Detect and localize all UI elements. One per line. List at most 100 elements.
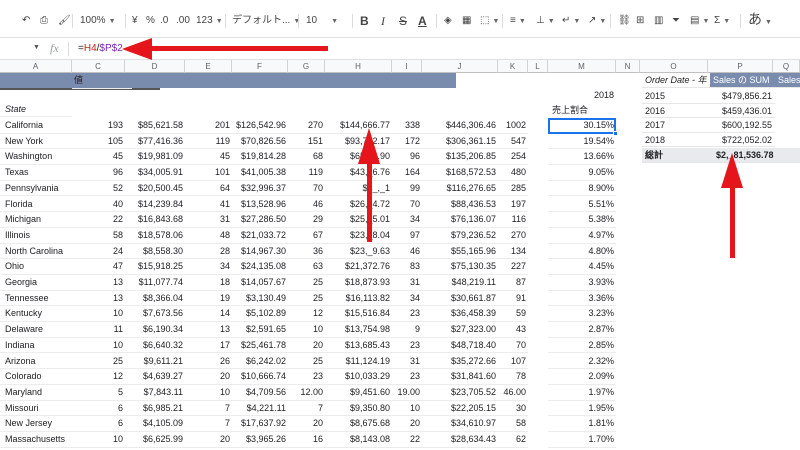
selected-cell[interactable]: 30.15% [548,118,616,134]
table-cell[interactable]: $4,709.56 [232,385,288,401]
table-cell[interactable]: 63 [288,259,325,275]
table-cell[interactable]: 31 [392,275,422,291]
table-cell[interactable]: $15,516.84 [325,306,392,323]
table-cell[interactable]: $8,675.68 [325,416,392,432]
table-cell[interactable]: $4,639.27 [125,369,185,385]
name-box-dropdown-icon[interactable]: ▼ [33,44,40,51]
table-cell[interactable]: 83 [392,259,422,275]
table-cell[interactable]: $7,843.11 [125,385,185,401]
table-row-state[interactable]: Missouri [0,401,72,417]
table-cell[interactable]: $17,637.92 [232,416,288,432]
table-cell[interactable]: $9,350.80 [325,401,392,417]
sales-ratio-cell[interactable]: 3.23% [548,306,616,323]
table-cell[interactable]: 52 [72,181,125,197]
column-header[interactable]: D [125,60,185,73]
zoom-select[interactable]: 100% ▼ [80,14,116,28]
column-header[interactable]: C [72,60,125,73]
table-cell[interactable]: $34,005.91 [125,165,185,181]
table-row-state[interactable]: Georgia [0,275,72,291]
table-row-state[interactable]: Pennsylvania [0,181,72,197]
column-header[interactable]: K [498,60,528,73]
table-cell[interactable]: 45 [72,149,125,166]
sales-ratio-cell[interactable]: 4.80% [548,244,616,260]
table-cell[interactable]: $43,_6.76 [325,165,392,181]
table-cell[interactable]: 10 [72,432,125,448]
table-cell[interactable]: $6,190.34 [125,322,185,338]
table-cell[interactable]: $48,718.40 [422,338,498,354]
table-cell[interactable]: 28 [185,244,232,260]
table-cell[interactable]: 193 [72,118,125,134]
table-cell[interactable]: $4_,_1 [325,181,392,197]
strikethrough-button[interactable]: S [399,14,407,28]
sales-ratio-cell[interactable]: 2.87% [548,322,616,338]
sales-ratio-cell[interactable]: 5.38% [548,212,616,228]
table-row-state[interactable]: Colorado [0,369,72,385]
filter-icon[interactable]: ⏷ [672,14,680,28]
table-cell[interactable]: 338 [392,118,422,134]
table-row-state[interactable]: California [0,118,72,134]
table-cell[interactable]: $5,102.89 [232,306,288,323]
sales-ratio-cell[interactable]: 2.09% [548,369,616,385]
table-cell[interactable]: $18,578.06 [125,228,185,244]
table-cell[interactable]: 31 [392,354,422,370]
table-cell[interactable]: $24,135.08 [232,259,288,275]
table-cell[interactable]: 25 [288,354,325,370]
table-cell[interactable]: 6 [72,401,125,417]
table-cell[interactable]: $20,500.45 [125,181,185,197]
more-formats-select[interactable]: 123 ▼ [196,14,223,28]
table-cell[interactable]: $7,673.56 [125,306,185,323]
table-cell[interactable]: 201 [185,118,232,134]
table-cell[interactable]: 10 [72,338,125,354]
table-cell[interactable]: $14,057.67 [232,275,288,291]
table-cell[interactable]: 34 [392,291,422,307]
table-cell[interactable]: 20 [288,338,325,354]
table-cell[interactable]: $6,640.32 [125,338,185,354]
table-cell[interactable]: $6,985.21 [125,401,185,417]
table-cell[interactable]: $11,124.19 [325,354,392,370]
table-cell[interactable]: 19 [185,291,232,307]
table-row-state[interactable]: North Carolina [0,244,72,260]
table-row-state[interactable]: New York [0,134,72,150]
sales-ratio-cell[interactable]: 2.85% [548,338,616,354]
pivot-row-sales[interactable]: $479,856.21 [710,89,775,104]
pivot-row-year[interactable]: 2018 [642,133,710,147]
sales-ratio-cell[interactable]: 8.90% [548,181,616,197]
table-cell[interactable]: 270 [288,118,325,134]
table-cell[interactable]: 134 [498,244,528,260]
table-cell[interactable]: $23,705.52 [422,385,498,401]
table-row-state[interactable]: Michigan [0,212,72,228]
text-rotate-icon[interactable]: ↗ ▼ [588,14,606,28]
table-cell[interactable]: 58 [72,228,125,244]
table-cell[interactable]: $11,077.74 [125,275,185,291]
pivot-row-year[interactable]: 2015 [642,89,710,104]
table-cell[interactable]: $116,276.65 [422,181,498,197]
table-cell[interactable]: $79,236.52 [422,228,498,244]
table-cell[interactable]: $8,366.04 [125,291,185,307]
table-cell[interactable]: $446,306.46 [422,118,498,134]
pivot-row-sales[interactable]: $722,052.02 [710,133,775,147]
insert-comment-icon[interactable]: ⊞ [636,14,644,28]
sales-ratio-cell[interactable]: 1.81% [548,416,616,432]
table-cell[interactable]: 41 [185,197,232,213]
table-cell[interactable]: 25 [72,354,125,370]
table-cell[interactable]: 20 [185,369,232,385]
table-cell[interactable]: 254 [498,149,528,166]
table-cell[interactable]: 34 [392,212,422,228]
table-cell[interactable]: 45 [185,149,232,166]
table-cell[interactable]: $13,528.96 [232,197,288,213]
table-cell[interactable]: 6 [72,416,125,432]
table-cell[interactable]: $126,542.96 [232,118,288,134]
decrease-decimal-button[interactable]: .0 [160,14,168,28]
table-cell[interactable]: 25 [288,275,325,291]
table-cell[interactable]: 547 [498,134,528,150]
table-cell[interactable]: 67 [288,228,325,244]
table-cell[interactable]: 70 [288,181,325,197]
table-cell[interactable]: 23 [392,369,422,385]
table-cell[interactable]: 24 [72,244,125,260]
sales-ratio-cell[interactable]: 1.97% [548,385,616,401]
table-cell[interactable]: 7 [185,401,232,417]
table-cell[interactable]: 58 [498,416,528,432]
table-cell[interactable]: 7 [185,416,232,432]
table-cell[interactable]: $28,634.43 [422,432,498,448]
currency-icon[interactable]: ¥ [132,14,138,28]
